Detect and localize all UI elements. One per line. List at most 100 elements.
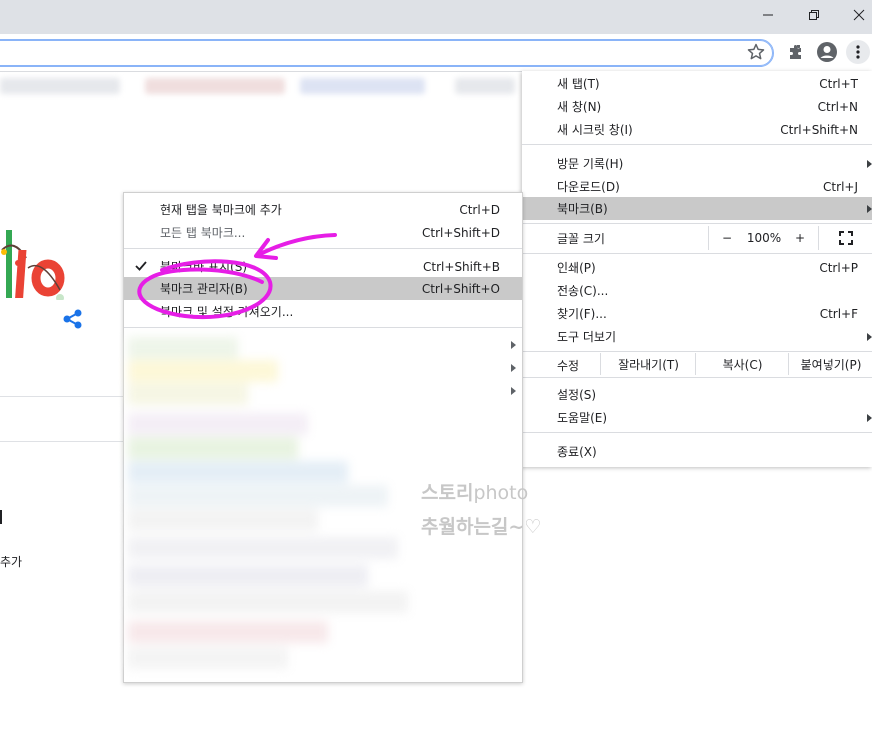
menu-item-label: 도구 더보기 <box>557 330 617 344</box>
bookmark-link[interactable] <box>128 591 408 613</box>
profile-icon[interactable] <box>816 41 838 63</box>
watermark: 스토리photo 추월하는길~♡ <box>421 476 541 544</box>
menu-item-exit[interactable]: 종료(X) <box>522 440 872 463</box>
submenu-item-label: 북마크바 표시(S) <box>160 260 248 274</box>
menu-divider <box>522 351 872 352</box>
chrome-main-menu: 새 탭(T) Ctrl+T 새 창(N) Ctrl+N 새 시크릿 창(I) C… <box>522 71 872 467</box>
menu-divider <box>522 253 872 254</box>
submenu-divider <box>124 248 522 249</box>
submenu-item-label: 북마크 및 설정 가져오기... <box>160 305 294 319</box>
zoom-level: 100% <box>746 231 782 245</box>
menu-item-new-tab[interactable]: 새 탭(T) Ctrl+T <box>522 72 872 95</box>
star-icon[interactable] <box>746 42 766 62</box>
menu-item-settings[interactable]: 설정(S) <box>522 383 872 406</box>
address-bar[interactable] <box>0 39 774 67</box>
bookmarks-bar <box>0 72 522 100</box>
cut-button[interactable]: 잘라내기(T) <box>600 353 696 375</box>
watermark-korean: 스토리 <box>421 482 474 504</box>
bookmark-link[interactable] <box>128 537 398 559</box>
menu-item-label: 설정(S) <box>557 388 597 402</box>
menu-item-new-window[interactable]: 새 창(N) Ctrl+N <box>522 95 872 118</box>
watermark-line2: 추월하는길~♡ <box>421 516 542 538</box>
check-icon <box>134 259 148 276</box>
browser-toolbar <box>0 34 872 72</box>
close-icon[interactable] <box>836 0 872 30</box>
bookmark-link[interactable] <box>128 485 388 507</box>
share-icon[interactable] <box>62 308 84 333</box>
more-vert-icon[interactable] <box>846 40 870 64</box>
menu-item-label: 새 탭(T) <box>557 77 600 91</box>
zoom-row: 글꼴 크기 − 100% + <box>522 226 872 250</box>
menu-item-help[interactable]: 도움말(E) <box>522 406 872 429</box>
bookmark-chip[interactable] <box>145 78 285 94</box>
menu-item-cast[interactable]: 전송(C)... <box>522 279 872 302</box>
bookmark-chip[interactable] <box>455 78 515 94</box>
copy-button[interactable]: 복사(C) <box>695 353 789 375</box>
menu-item-label: 북마크(B) <box>557 202 608 216</box>
zoom-out-button[interactable]: − <box>708 226 745 250</box>
submenu-item-bookmark-manager[interactable]: 북마크 관리자(B) Ctrl+Shift+O <box>124 277 522 300</box>
menu-item-print[interactable]: 인쇄(P) Ctrl+P <box>522 256 872 279</box>
page-fragment-mark <box>0 510 2 524</box>
submenu-item-add-tab[interactable]: 현재 탭을 북마크에 추가 Ctrl+D <box>124 198 522 221</box>
menu-item-incognito[interactable]: 새 시크릿 창(I) Ctrl+Shift+N <box>522 118 872 141</box>
bookmark-link[interactable] <box>128 565 368 587</box>
submenu-item-add-all-tabs[interactable]: 모든 탭 북마크... Ctrl+Shift+D <box>124 221 522 244</box>
menu-item-find[interactable]: 찾기(F)... Ctrl+F <box>522 302 872 325</box>
menu-item-shortcut: Ctrl+F <box>819 306 858 321</box>
submenu-arrow-icon <box>867 332 872 341</box>
submenu-item-shortcut: Ctrl+D <box>459 202 500 217</box>
submenu-arrow-icon <box>867 159 872 168</box>
extensions-icon[interactable] <box>785 41 807 63</box>
menu-item-history[interactable]: 방문 기록(H) <box>522 152 872 175</box>
minimize-icon[interactable] <box>745 0 791 30</box>
menu-item-more-tools[interactable]: 도구 더보기 <box>522 325 872 348</box>
submenu-item-import[interactable]: 북마크 및 설정 가져오기... <box>124 300 522 323</box>
edit-label: 수정 <box>557 359 580 373</box>
search-box[interactable] <box>0 396 124 442</box>
submenu-arrow-icon <box>867 204 872 213</box>
bookmark-folder[interactable] <box>128 360 278 382</box>
submenu-arrow-icon <box>511 341 516 349</box>
paste-button[interactable]: 붙여넣기(P) <box>788 353 872 375</box>
menu-item-bookmarks[interactable]: 북마크(B) <box>522 197 872 220</box>
bookmark-link[interactable] <box>128 461 348 483</box>
menu-divider <box>522 432 872 433</box>
bookmark-folder[interactable] <box>128 383 248 405</box>
bookmark-link[interactable] <box>128 437 298 459</box>
menu-item-label: 방문 기록(H) <box>557 157 624 171</box>
bookmark-link[interactable] <box>128 647 288 669</box>
submenu-arrow-icon <box>867 413 872 422</box>
submenu-arrow-icon <box>511 387 516 395</box>
submenu-item-show-bookmarks-bar[interactable]: 북마크바 표시(S) Ctrl+Shift+B <box>124 255 522 278</box>
submenu-item-shortcut: Ctrl+Shift+B <box>423 259 500 274</box>
bookmark-link[interactable] <box>128 621 328 643</box>
submenu-divider <box>124 327 522 328</box>
menu-item-label: 도움말(E) <box>557 411 608 425</box>
menu-item-shortcut: Ctrl+J <box>823 179 858 194</box>
bookmark-chip[interactable] <box>0 78 120 94</box>
menu-item-shortcut: Ctrl+Shift+N <box>780 122 858 137</box>
menu-item-downloads[interactable]: 다운로드(D) Ctrl+J <box>522 175 872 198</box>
zoom-in-button[interactable]: + <box>784 226 816 250</box>
menu-item-shortcut: Ctrl+T <box>819 76 858 91</box>
submenu-item-label: 현재 탭을 북마크에 추가 <box>160 203 282 217</box>
submenu-item-shortcut: Ctrl+Shift+O <box>421 281 500 296</box>
fullscreen-icon[interactable] <box>818 226 872 250</box>
bookmark-chip[interactable] <box>300 78 425 94</box>
menu-divider <box>522 223 872 224</box>
bookmark-folder[interactable] <box>128 337 238 359</box>
bookmark-link[interactable] <box>128 413 308 435</box>
watermark-english: photo <box>473 482 529 504</box>
menu-item-label: 새 시크릿 창(I) <box>557 123 633 137</box>
google-doodle-logo[interactable] <box>0 228 70 302</box>
zoom-label: 글꼴 크기 <box>557 232 605 246</box>
page-text-fragment: 추가 <box>0 555 23 569</box>
menu-divider <box>522 377 872 378</box>
menu-item-label: 종료(X) <box>557 445 597 459</box>
submenu-arrow-icon <box>511 364 516 372</box>
submenu-item-label: 북마크 관리자(B) <box>160 282 248 296</box>
bookmark-link[interactable] <box>128 509 318 531</box>
menu-item-label: 인쇄(P) <box>557 261 596 275</box>
restore-icon[interactable] <box>791 0 837 30</box>
